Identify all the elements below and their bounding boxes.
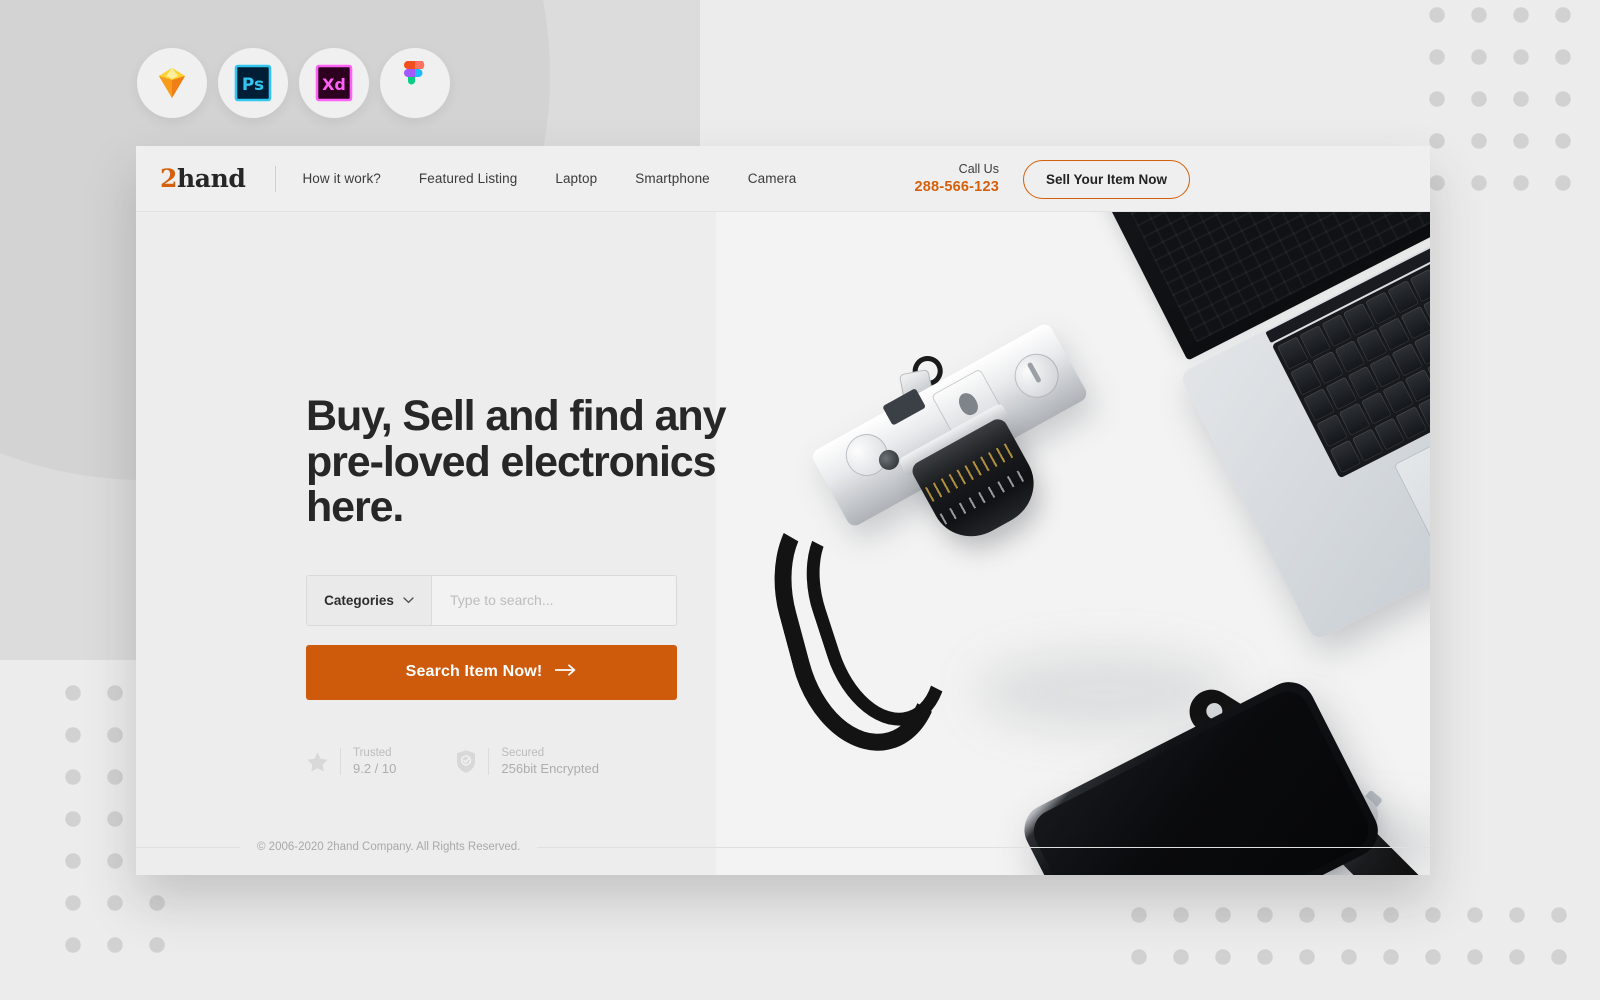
- star-icon: [306, 751, 329, 773]
- search-bar: Categories: [306, 574, 677, 626]
- hero-section: Buy, Sell and find any pre-loved electro…: [136, 212, 1430, 875]
- badge-text: Trusted 9.2 / 10: [353, 746, 396, 778]
- trust-badge-secured: Secured 256bit Encrypted: [454, 746, 599, 778]
- categories-label: Categories: [324, 592, 394, 608]
- copyright-text: © 2006-2020 2hand Company. All Rights Re…: [257, 841, 521, 853]
- badge-title: Secured: [501, 746, 545, 759]
- sell-your-item-button[interactable]: Sell Your Item Now: [1022, 159, 1190, 199]
- figma-icon[interactable]: [380, 48, 450, 118]
- search-input[interactable]: [432, 575, 676, 625]
- header-actions: Call Us 288-566-123 Sell Your Item Now: [915, 146, 1190, 212]
- trust-badges: Trusted 9.2 / 10 Secured 256bit Encrypte…: [306, 746, 726, 778]
- footer-rule-right: [537, 846, 1430, 848]
- badge-value: 9.2 / 10: [353, 760, 397, 776]
- search-item-now-button[interactable]: Search Item Now!: [306, 644, 677, 700]
- hero-content: Buy, Sell and find any pre-loved electro…: [306, 392, 727, 778]
- nav-item-laptop[interactable]: Laptop: [555, 171, 597, 186]
- chevron-down-icon: [403, 591, 414, 609]
- nav-item-featured-listing[interactable]: Featured Listing: [419, 171, 517, 186]
- photoshop-icon[interactable]: Ps: [218, 48, 288, 118]
- badge-text: Secured 256bit Encrypted: [501, 746, 599, 778]
- badge-title: Trusted: [353, 746, 392, 759]
- trust-badge-trusted: Trusted 9.2 / 10: [306, 746, 396, 778]
- brand-logo-accent: 2: [160, 164, 177, 193]
- sketch-icon[interactable]: [137, 48, 207, 118]
- dot-grid-top-right: [1416, 0, 1588, 210]
- call-us-label: Call Us: [958, 161, 999, 176]
- design-tool-badges: Ps Xd: [137, 48, 450, 118]
- search-item-now-label: Search Item Now!: [405, 663, 543, 681]
- brand-logo-text: hand: [177, 164, 246, 193]
- svg-text:Ps: Ps: [242, 75, 264, 95]
- badge-divider: [488, 748, 490, 776]
- website-mockup-card: 2hand How it work? Featured Listing Lapt…: [136, 146, 1430, 875]
- call-us-block: Call Us 288-566-123: [915, 162, 999, 196]
- brand-logo[interactable]: 2hand: [160, 164, 246, 193]
- categories-dropdown[interactable]: Categories: [307, 575, 432, 625]
- nav-item-smartphone[interactable]: Smartphone: [635, 171, 710, 186]
- site-footer: © 2006-2020 2hand Company. All Rights Re…: [136, 819, 1430, 875]
- adobe-xd-icon[interactable]: Xd: [299, 48, 369, 118]
- nav-item-camera[interactable]: Camera: [748, 171, 797, 186]
- shield-check-icon: [454, 749, 477, 774]
- page-canvas: Ps Xd 2hand How it work? Featured Listin…: [0, 0, 1600, 1000]
- hero-headline: Buy, Sell and find any pre-loved electro…: [306, 392, 727, 532]
- dot-grid-bottom-right: [1118, 894, 1586, 986]
- primary-nav: How it work? Featured Listing Laptop Sma…: [302, 171, 796, 186]
- phone-number[interactable]: 288-566-123: [915, 178, 999, 196]
- svg-text:Xd: Xd: [322, 75, 346, 94]
- footer-rule-left: [136, 846, 240, 848]
- badge-divider: [340, 748, 341, 776]
- header-divider: [275, 165, 277, 192]
- badge-value: 256bit Encrypted: [501, 760, 599, 776]
- nav-item-how-it-work[interactable]: How it work?: [302, 171, 380, 186]
- arrow-right-icon: [554, 663, 577, 681]
- site-header: 2hand How it work? Featured Listing Lapt…: [136, 146, 1430, 212]
